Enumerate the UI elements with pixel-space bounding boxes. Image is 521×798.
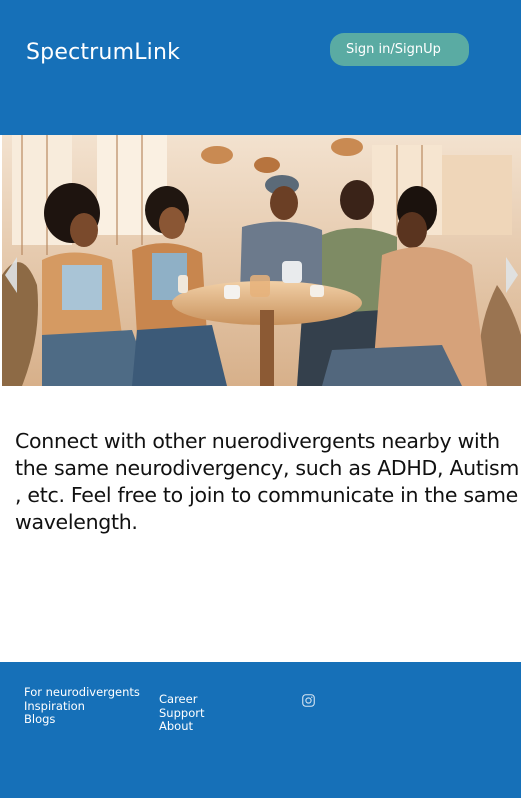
hero-image [2, 135, 521, 386]
footer-link-inspiration[interactable]: Inspiration [24, 699, 140, 714]
signin-button[interactable]: Sign in/SignUp [330, 33, 469, 66]
footer-link-support[interactable]: Support [159, 706, 204, 721]
chevron-right-icon [506, 257, 518, 293]
footer-link-for-neurodivergents[interactable]: For neurodivergents [24, 685, 140, 700]
footer-link-blogs[interactable]: Blogs [24, 713, 140, 727]
instagram-icon [302, 694, 315, 707]
header: SpectrumLink Sign in/SignUp [0, 0, 521, 135]
hero-carousel [2, 135, 521, 386]
footer-links-primary: For neurodivergents Inspiration Blogs [24, 685, 140, 727]
footer-links-secondary: Career Support About [159, 692, 204, 734]
carousel-next-button[interactable] [503, 253, 521, 297]
carousel-prev-button[interactable] [2, 253, 20, 297]
footer-link-about[interactable]: About [159, 720, 204, 734]
footer: For neurodivergents Inspiration Blogs Ca… [0, 662, 521, 798]
landing-page: SpectrumLink Sign in/SignUp Connect with… [0, 0, 521, 798]
chevron-left-icon [5, 257, 17, 293]
footer-link-career[interactable]: Career [159, 692, 204, 707]
instagram-link[interactable] [302, 694, 315, 707]
intro-text: Connect with other nuerodivergents nearb… [15, 429, 520, 534]
site-logo[interactable]: SpectrumLink [26, 40, 180, 65]
